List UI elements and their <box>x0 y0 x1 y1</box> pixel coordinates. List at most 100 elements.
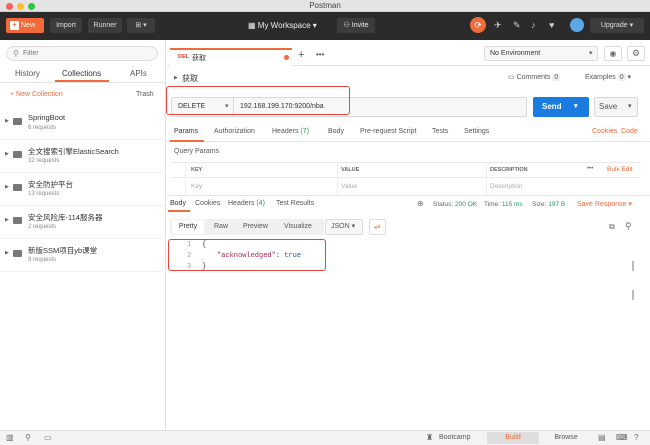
filter-field[interactable]: ⚲ <box>6 46 158 61</box>
sidebar-toggle-icon[interactable]: ▥ <box>6 433 14 442</box>
request-title[interactable]: 获取 <box>182 73 198 84</box>
view-preview[interactable]: Preview <box>243 223 268 230</box>
send-button[interactable]: Send ▾ <box>533 97 589 117</box>
main-panel: DEL 获取 + ••• No Environment ▾ ◉ ⚙ ▶ 获取 ▭… <box>166 40 650 430</box>
tab-authorization[interactable]: Authorization <box>214 128 255 135</box>
workspace-selector[interactable]: ▦ My Workspace ▾ <box>248 19 317 32</box>
tab-settings[interactable]: Settings <box>464 128 489 135</box>
heart-icon[interactable]: ♥ <box>549 19 554 32</box>
comments-button[interactable]: ▭ Comments 0 <box>508 73 561 81</box>
save-response-button[interactable]: Save Response ▾ <box>577 200 632 208</box>
code-link[interactable]: Code <box>621 128 638 135</box>
tab-tests[interactable]: Tests <box>432 128 448 135</box>
search-icon: ⚲ <box>13 49 19 58</box>
tab-params[interactable]: Params <box>174 128 198 135</box>
scrollbar[interactable] <box>632 261 634 271</box>
description-input[interactable]: Description <box>490 183 523 190</box>
bootcamp-link[interactable]: Bootcamp <box>439 434 471 441</box>
console-icon[interactable]: ▭ <box>44 433 52 442</box>
tab-collections[interactable]: Collections <box>62 69 101 78</box>
tab-more-icon[interactable]: ••• <box>316 50 324 59</box>
bulk-edit-link[interactable]: Bulk Edit <box>607 166 633 173</box>
add-tab-icon[interactable]: + <box>298 49 304 61</box>
view-raw[interactable]: Raw <box>214 223 228 230</box>
cookies-link[interactable]: Cookies <box>592 128 617 135</box>
globe-icon[interactable]: ⊕ <box>417 199 424 208</box>
bell-icon[interactable]: ♪ <box>531 19 536 32</box>
upgrade-button[interactable]: Upgrade ▾ <box>590 18 644 33</box>
caret-right-icon: ▶ <box>5 118 9 124</box>
unsaved-dot-icon[interactable] <box>284 55 289 60</box>
keyboard-icon[interactable]: ⌨ <box>616 433 628 442</box>
view-pretty[interactable]: Pretty <box>172 220 204 234</box>
tab-pre-request-script[interactable]: Pre-request Script <box>360 128 416 135</box>
response-tab-body[interactable]: Body <box>170 200 186 207</box>
request-tab[interactable]: DEL 获取 <box>170 48 292 67</box>
scrollbar[interactable] <box>632 290 634 300</box>
avatar[interactable] <box>570 18 584 32</box>
collection-item[interactable]: ▶ 新版SSM项目yb课堂 9 requests <box>0 239 166 272</box>
search-icon[interactable]: ⚲ <box>625 221 632 232</box>
new-button[interactable]: + New <box>6 18 44 33</box>
satellite-icon[interactable]: ✈ <box>494 19 502 32</box>
tab-body[interactable]: Body <box>328 128 344 135</box>
response-tab-cookies[interactable]: Cookies <box>195 200 220 207</box>
filter-input[interactable] <box>23 48 151 59</box>
collection-item[interactable]: ▶ SpringBoot 6 requests <box>0 107 166 140</box>
query-params-heading: Query Params <box>174 148 220 155</box>
new-window-button[interactable]: ⊞ ▾ <box>127 18 155 33</box>
tab-apis[interactable]: APIs <box>130 69 147 78</box>
save-button[interactable]: Save ▾ <box>594 97 638 117</box>
format-select[interactable]: JSON ▾ <box>325 219 363 235</box>
caret-right-icon[interactable]: ▶ <box>174 75 178 81</box>
response-tab-headers[interactable]: Headers (4) <box>228 200 265 207</box>
value-column-header: VALUE <box>341 167 360 173</box>
collection-name: 安全防护平台 <box>28 180 73 189</box>
plus-icon: + <box>10 21 19 30</box>
tab-active-underline <box>170 140 204 142</box>
gear-icon[interactable]: ⚙ <box>627 46 645 61</box>
value-input[interactable]: Value <box>341 183 357 190</box>
folder-icon <box>13 184 22 191</box>
status-value: 200 OK <box>455 201 478 208</box>
browse-button[interactable]: Browse <box>540 432 592 444</box>
chevron-down-icon: ▾ <box>589 50 593 57</box>
col-divider <box>185 163 186 196</box>
comments-count: 0 <box>552 74 561 81</box>
folder-icon <box>13 118 22 125</box>
import-button[interactable]: Import <box>50 18 82 33</box>
layout-icon[interactable]: ▤ <box>598 433 606 442</box>
eye-icon[interactable]: ◉ <box>604 46 622 61</box>
examples-button[interactable]: Examples 0 ▾ <box>585 73 631 81</box>
tab-history[interactable]: History <box>15 69 40 78</box>
collection-item[interactable]: ▶ 安全风险库-114服务器 2 requests <box>0 206 166 239</box>
collection-item[interactable]: ▶ 全文搜索引擎ElasticSearch 32 requests <box>0 140 166 173</box>
view-visualize[interactable]: Visualize <box>284 223 312 230</box>
invite-button[interactable]: ⚇ Invite <box>337 18 375 33</box>
method-badge: DEL <box>178 54 189 60</box>
grid-icon: ▦ <box>248 21 256 30</box>
size-value: 197 B <box>548 201 566 208</box>
tab-headers[interactable]: Headers (7) <box>272 128 309 135</box>
search-icon[interactable]: ⚲ <box>25 433 31 442</box>
trash-button[interactable]: Trash <box>136 91 154 98</box>
folder-icon <box>13 217 22 224</box>
build-button[interactable]: Build <box>487 432 539 444</box>
chevron-down-icon: ▾ <box>312 21 317 30</box>
key-column-header: KEY <box>191 167 203 173</box>
more-options-icon[interactable]: ••• <box>587 166 593 172</box>
environment-select[interactable]: No Environment ▾ <box>484 46 598 61</box>
time-readout: Time: 115 ms <box>484 201 523 208</box>
new-collection-button[interactable]: + New Collection <box>10 91 63 98</box>
key-input[interactable]: Key <box>191 183 202 190</box>
runner-button[interactable]: Runner <box>88 18 122 33</box>
sync-icon[interactable]: ⟳ <box>470 17 486 33</box>
help-icon[interactable]: ? <box>634 433 638 442</box>
wrench-icon[interactable]: ✎ <box>513 19 521 32</box>
wrap-lines-icon[interactable]: ⇌ <box>369 219 386 235</box>
copy-icon[interactable]: ⧉ <box>609 222 615 232</box>
collection-item[interactable]: ▶ 安全防护平台 13 requests <box>0 173 166 206</box>
caret-right-icon: ▶ <box>5 151 9 157</box>
response-tab-test-results[interactable]: Test Results <box>276 200 314 207</box>
collection-name: SpringBoot <box>28 113 66 122</box>
